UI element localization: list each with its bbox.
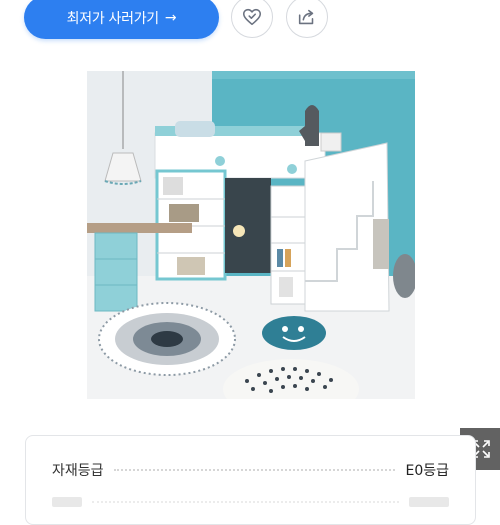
share-icon xyxy=(298,9,314,25)
share-button[interactable] xyxy=(286,0,328,38)
spec-value-placeholder xyxy=(409,497,449,507)
wishlist-button[interactable] xyxy=(231,0,273,38)
spec-card: 자재등급 E0등급 xyxy=(25,435,476,525)
loft-bed-photo xyxy=(87,71,417,419)
dotted-leader xyxy=(92,501,399,503)
heart-check-icon xyxy=(242,8,262,26)
spec-label: 자재등급 xyxy=(52,463,104,479)
action-bar: 최저가 사러가기 → xyxy=(0,0,500,50)
lowest-price-buy-button[interactable]: 최저가 사러가기 → xyxy=(24,0,219,39)
dotted-leader xyxy=(113,469,396,471)
spec-row-partial xyxy=(52,492,449,512)
cta-label: 최저가 사러가기 xyxy=(66,10,160,27)
spec-value: E0등급 xyxy=(405,463,449,479)
product-image[interactable] xyxy=(87,71,500,470)
spec-label-placeholder xyxy=(52,497,82,507)
arrow-right-icon: → xyxy=(164,9,177,26)
spec-row-material-grade: 자재등급 E0등급 xyxy=(52,456,449,484)
